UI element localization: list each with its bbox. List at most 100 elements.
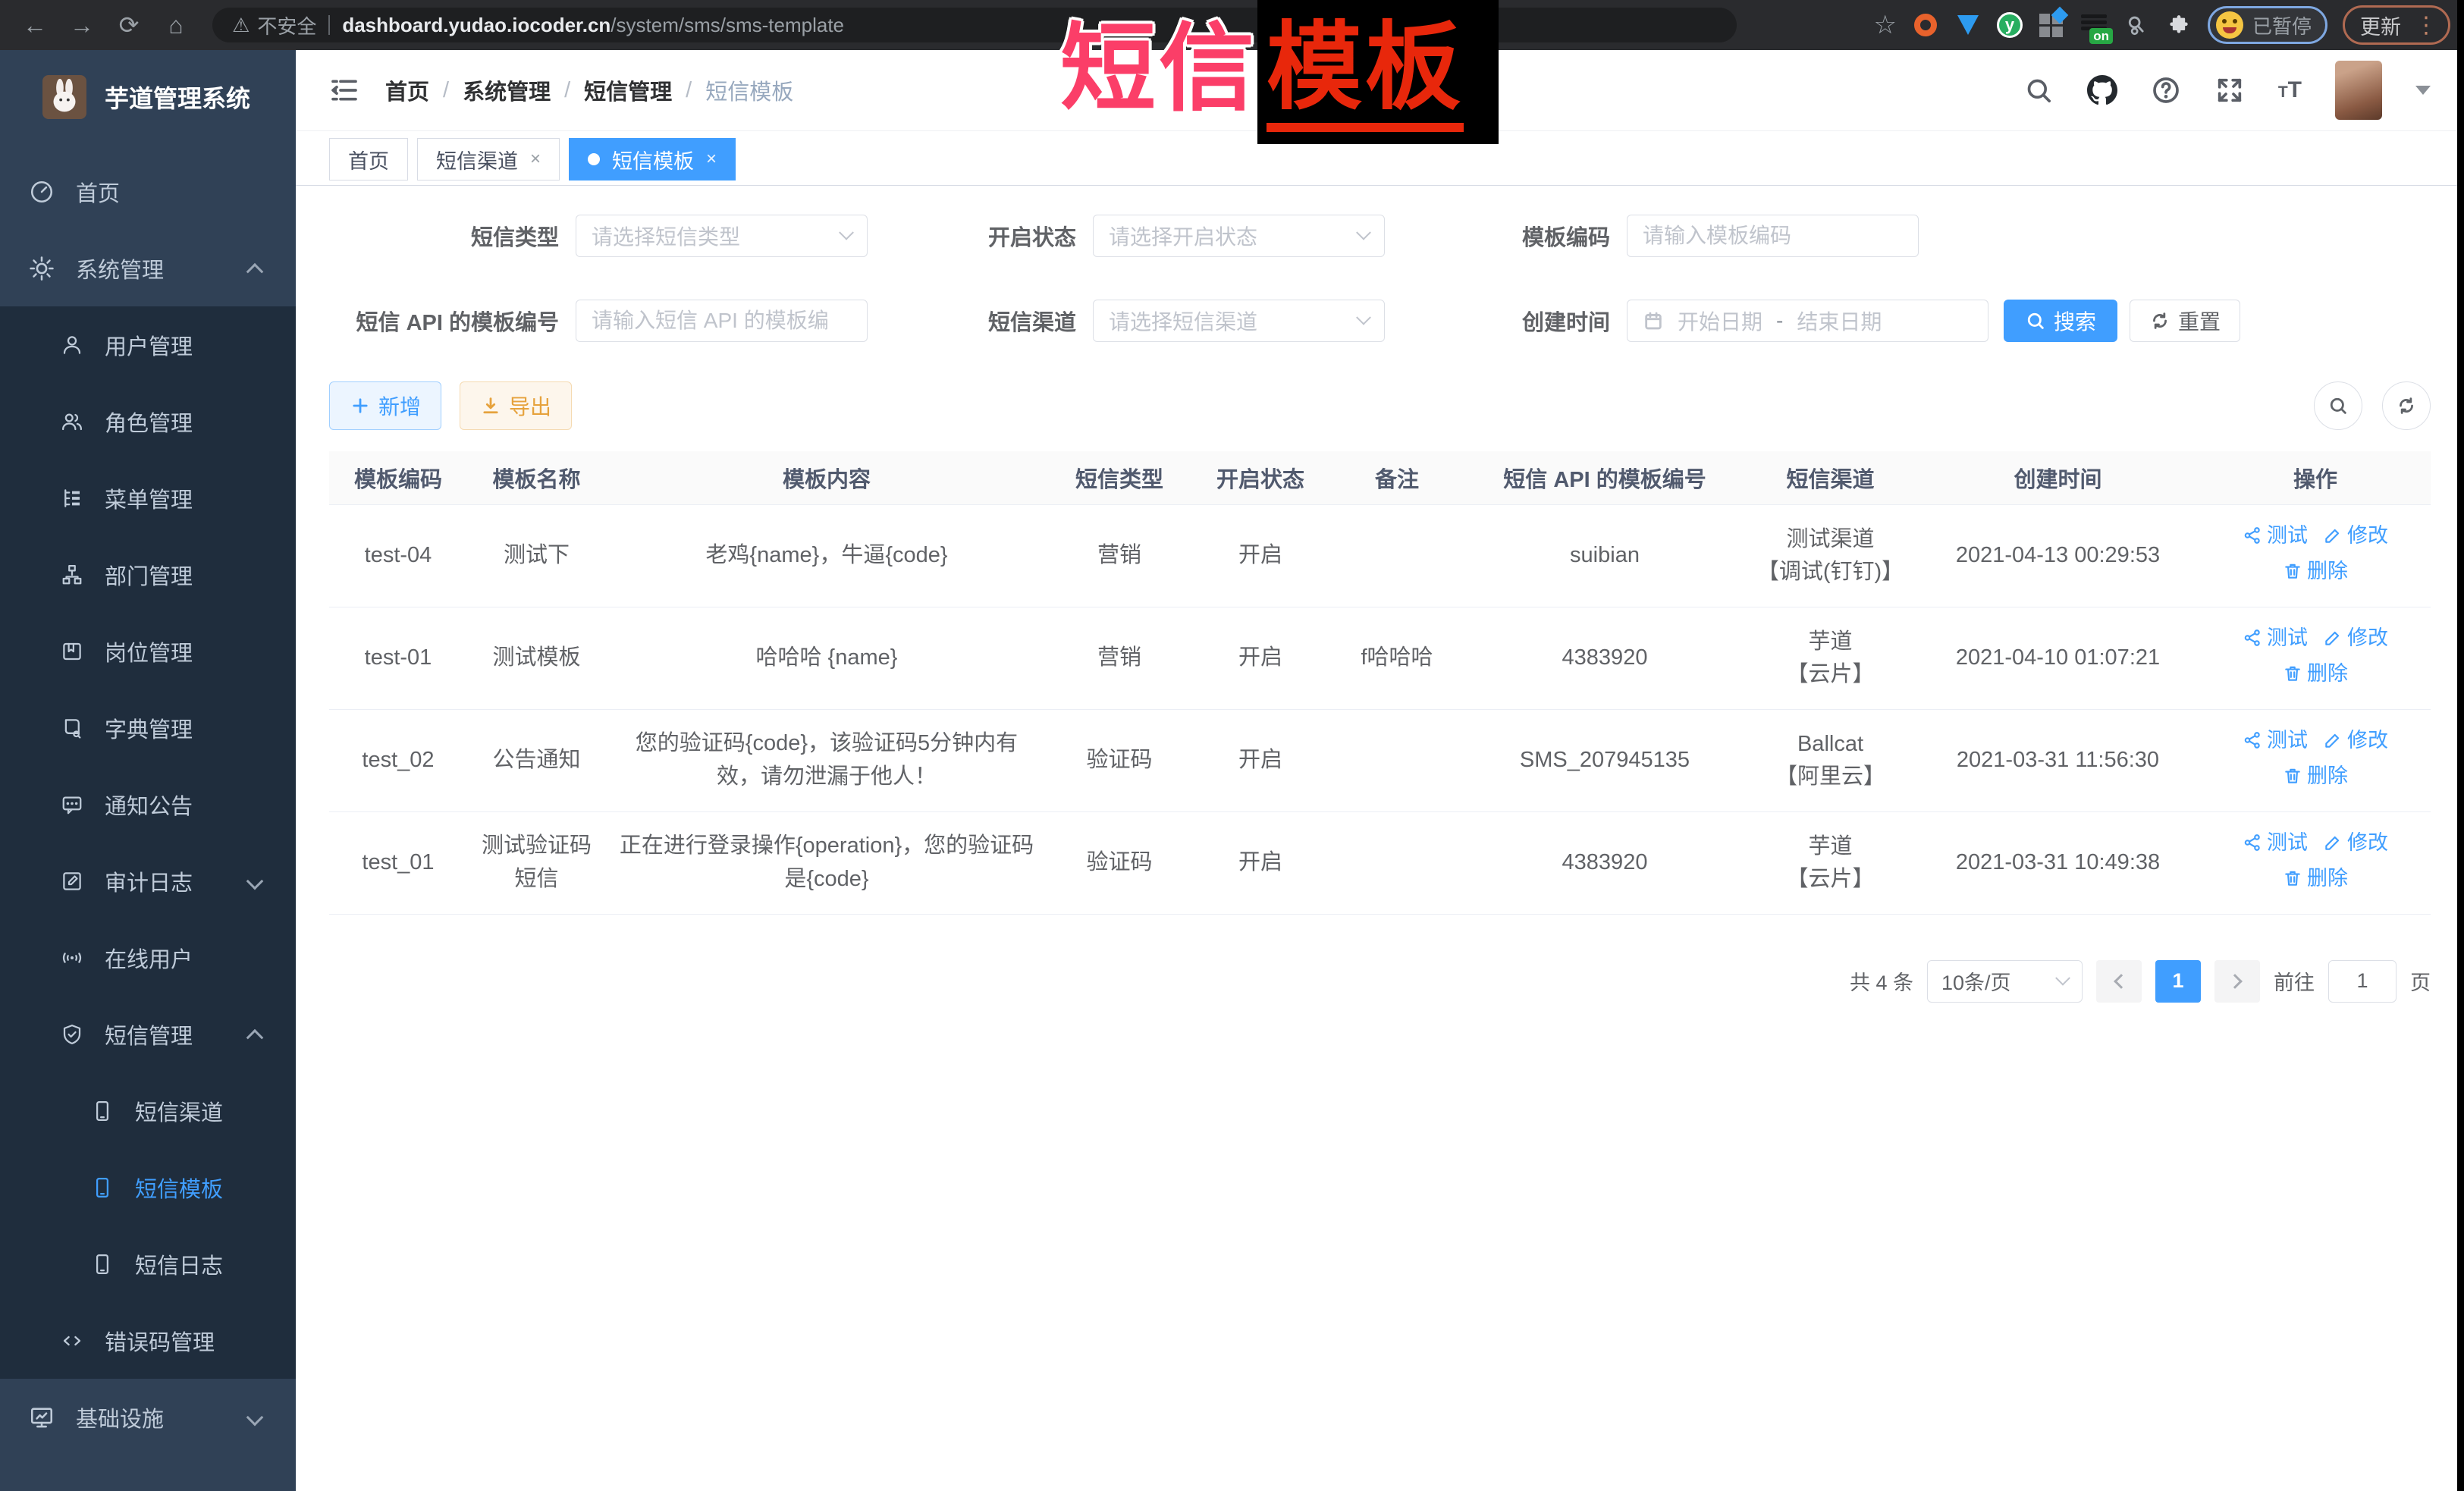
sidebar-item-menus[interactable]: 菜单管理 (0, 460, 296, 536)
tab-home[interactable]: 首页 (329, 138, 408, 180)
breadcrumb-home[interactable]: 首页 (385, 74, 429, 106)
delete-link[interactable]: 删除 (2283, 658, 2348, 689)
sidebar-item-online-users[interactable]: 在线用户 (0, 919, 296, 996)
extension-gem-icon[interactable] (1954, 11, 1982, 39)
delete-link[interactable]: 删除 (2283, 761, 2348, 792)
browser-back-icon[interactable]: ← (14, 7, 56, 43)
tabs-bar: 首页 短信渠道 × 短信模板 × (296, 131, 2464, 186)
page-header: 首页 / 系统管理 / 短信管理 / 短信模板 TT (296, 50, 2464, 131)
extension-search-icon[interactable] (2123, 11, 2150, 39)
github-icon[interactable] (2087, 75, 2117, 105)
sidebar-item-posts[interactable]: 岗位管理 (0, 613, 296, 689)
edit-link[interactable]: 修改 (2323, 623, 2388, 654)
browser-refresh-icon[interactable]: ⟳ (108, 7, 150, 43)
date-end-placeholder[interactable]: 结束日期 (1797, 306, 1882, 336)
browser-home-icon[interactable]: ⌂ (155, 7, 197, 43)
sidebar-item-roles[interactable]: 角色管理 (0, 383, 296, 460)
breadcrumb-current: 短信模板 (705, 74, 793, 106)
table-search-button[interactable] (2314, 381, 2362, 430)
edit-link[interactable]: 修改 (2323, 827, 2388, 859)
breadcrumb-system[interactable]: 系统管理 (463, 74, 551, 106)
search-button[interactable]: 搜索 (2004, 300, 2117, 342)
search-icon[interactable] (2023, 75, 2054, 105)
paused-extension-badge[interactable]: 已暂停 (2208, 6, 2327, 44)
breadcrumb-sms[interactable]: 短信管理 (584, 74, 672, 106)
user-avatar[interactable] (2335, 61, 2382, 120)
extension-green-icon[interactable]: y (1997, 12, 2023, 38)
phone-icon (91, 1253, 114, 1276)
delete-link[interactable]: 删除 (2283, 863, 2348, 894)
test-link[interactable]: 测试 (2243, 520, 2308, 551)
page-number-1[interactable]: 1 (2155, 960, 2201, 1003)
table-refresh-button[interactable] (2382, 381, 2431, 430)
channel-select[interactable]: 请选择短信渠道 (1093, 300, 1385, 342)
test-link[interactable]: 测试 (2243, 725, 2308, 756)
status-select[interactable]: 请选择开启状态 (1093, 215, 1385, 257)
api-template-id-input[interactable] (576, 300, 868, 342)
delete-link[interactable]: 删除 (2283, 556, 2348, 587)
pagination: 共 4 条 10条/页 1 前往 页 (329, 960, 2431, 1003)
extension-grid-icon[interactable] (2038, 11, 2065, 39)
sidebar-item-users[interactable]: 用户管理 (0, 306, 296, 383)
template-code-input[interactable] (1627, 215, 1919, 257)
browser-menu-icon[interactable]: ⋮ (2415, 12, 2437, 39)
browser-update-button[interactable]: 更新 ⋮ (2343, 5, 2450, 45)
page-size-select[interactable]: 10条/页 (1927, 960, 2083, 1003)
sidebar-item-sms-log[interactable]: 短信日志 (0, 1226, 296, 1302)
template-code-label: 模板编码 (1521, 220, 1627, 252)
security-warning[interactable]: ⚠不安全 (232, 11, 316, 39)
browser-forward-icon[interactable]: → (61, 7, 103, 43)
extension-list-icon[interactable]: on (2080, 11, 2108, 39)
app-logo-row[interactable]: 芋道管理系统 (0, 50, 296, 144)
help-icon[interactable] (2151, 75, 2181, 105)
test-link[interactable]: 测试 (2243, 623, 2308, 654)
extension-orange-icon[interactable] (1912, 11, 1939, 39)
date-range-picker[interactable]: 开始日期 - 结束日期 (1627, 300, 1988, 342)
sidebar-item-sms[interactable]: 短信管理 (0, 996, 296, 1072)
trash-icon (2283, 561, 2302, 581)
sidebar-item-dict[interactable]: 字典管理 (0, 689, 296, 766)
edit-link[interactable]: 修改 (2323, 725, 2388, 756)
bookmark-star-icon[interactable]: ☆ (1874, 10, 1897, 40)
sidebar-item-notice[interactable]: 通知公告 (0, 766, 296, 843)
fullscreen-icon[interactable] (2214, 75, 2245, 105)
monitor-icon (29, 1405, 55, 1430)
refresh-icon (2396, 395, 2417, 416)
chevron-up-icon (246, 262, 264, 280)
sidebar-item-sms-channel[interactable]: 短信渠道 (0, 1072, 296, 1149)
sidebar-item-home[interactable]: 首页 (0, 153, 296, 230)
phone-icon (91, 1176, 114, 1199)
user-menu-caret-icon[interactable] (2415, 86, 2431, 95)
table-row: test-01 测试模板 哈哈哈 {name} 营销 开启 f哈哈哈 43839… (329, 607, 2431, 709)
sidebar-item-departments[interactable]: 部门管理 (0, 536, 296, 613)
tab-sms-channel[interactable]: 短信渠道 × (417, 138, 560, 180)
next-page-button[interactable] (2214, 960, 2260, 1003)
address-bar[interactable]: ⚠不安全 dashboard.yudao.iocoder.cn/system/s… (212, 8, 1737, 42)
warning-icon: ⚠ (232, 14, 250, 37)
extensions-puzzle-icon[interactable] (2165, 11, 2192, 39)
sidebar-item-infrastructure[interactable]: 基础设施 (0, 1379, 296, 1455)
users-icon (61, 410, 83, 433)
sidebar-item-system[interactable]: 系统管理 (0, 230, 296, 306)
share-icon (2243, 526, 2262, 545)
shield-check-icon (61, 1023, 83, 1046)
tab-sms-template[interactable]: 短信模板 × (569, 138, 736, 180)
prev-page-button[interactable] (2096, 960, 2142, 1003)
sms-type-label: 短信类型 (329, 220, 576, 252)
add-button[interactable]: 新增 (329, 381, 441, 430)
url-path: /system/sms/sms-template (611, 14, 844, 37)
sidebar-collapse-icon[interactable] (329, 75, 359, 105)
sms-type-select[interactable]: 请选择短信类型 (576, 215, 868, 257)
sidebar-item-error-codes[interactable]: 错误码管理 (0, 1302, 296, 1379)
edit-link[interactable]: 修改 (2323, 520, 2388, 551)
sidebar-item-sms-template[interactable]: 短信模板 (0, 1149, 296, 1226)
close-icon[interactable]: × (706, 149, 717, 170)
test-link[interactable]: 测试 (2243, 827, 2308, 859)
reset-button[interactable]: 重置 (2130, 300, 2240, 342)
close-icon[interactable]: × (530, 149, 541, 170)
sidebar-item-audit-log[interactable]: 审计日志 (0, 843, 296, 919)
font-size-icon[interactable]: TT (2278, 77, 2302, 103)
export-button[interactable]: 导出 (460, 381, 572, 430)
goto-page-input[interactable] (2328, 960, 2397, 1003)
date-start-placeholder[interactable]: 开始日期 (1678, 306, 1762, 336)
